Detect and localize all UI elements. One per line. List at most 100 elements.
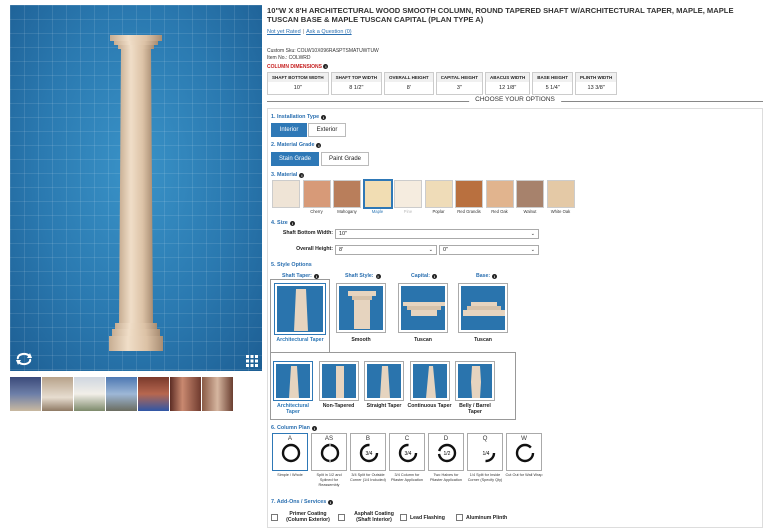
plan-letter: C	[404, 435, 410, 442]
choose-options-divider: CHOOSE YOUR OPTIONS	[267, 96, 763, 106]
taper-option-card[interactable]	[364, 361, 404, 401]
taper-option-card[interactable]	[273, 361, 313, 401]
plan-option-w[interactable]: W	[506, 433, 542, 471]
info-icon[interactable]: i	[311, 425, 317, 431]
info-icon[interactable]: i	[289, 220, 295, 226]
info-icon[interactable]: i	[432, 273, 438, 279]
material-swatch[interactable]	[546, 180, 575, 208]
capital-head: Capital: i	[411, 273, 438, 279]
plan-option-d[interactable]: D 1/2	[428, 433, 464, 471]
plan-description: Two Halves for Pilaster Application	[429, 473, 463, 482]
installation-title: 1. Installation Type i	[271, 114, 327, 120]
column-plan-title: 6. Column Plan i	[271, 425, 317, 431]
material-swatch[interactable]	[485, 180, 514, 208]
info-icon[interactable]: i	[299, 172, 305, 178]
material-swatch[interactable]	[302, 180, 331, 208]
base-card[interactable]	[458, 283, 508, 333]
gallery-thumbnail[interactable]	[106, 377, 138, 411]
svg-text:3/4: 3/4	[405, 451, 412, 457]
paint-grade-button[interactable]: Paint Grade	[321, 152, 369, 166]
info-icon[interactable]: i	[313, 273, 319, 279]
taper-option-card[interactable]	[455, 361, 495, 401]
taper-option-card[interactable]	[318, 361, 359, 401]
info-icon[interactable]: i	[321, 114, 327, 120]
dimension-column: SHAFT BOTTOM WIDTH 10"	[267, 72, 329, 95]
exterior-button[interactable]: Exterior	[308, 123, 346, 137]
checkbox[interactable]	[338, 513, 345, 521]
plan-option-b[interactable]: B 3/4	[350, 433, 386, 471]
checkbox[interactable]	[456, 514, 463, 521]
material-swatch[interactable]	[394, 180, 422, 208]
plan-option-a[interactable]: A	[272, 433, 308, 471]
gallery-thumbnail[interactable]	[10, 377, 42, 411]
gallery-thumbnails	[10, 377, 234, 411]
height-feet-select[interactable]: 8' ⌄	[335, 245, 437, 255]
material-swatch-label: Pine	[403, 209, 413, 214]
grid-view-icon[interactable]	[246, 355, 258, 367]
gallery-thumbnail[interactable]	[202, 377, 234, 411]
chevron-down-icon: ⌄	[530, 247, 535, 253]
shaft-style-caption: Smooth	[351, 337, 371, 343]
taper-option-caption: Belly / Barrel Taper	[459, 403, 491, 416]
material-title: 3. Material i	[271, 172, 305, 178]
taper-option-caption: Architectural Taper	[277, 403, 309, 416]
addon-lead-flashing[interactable]: Lead Flashing	[400, 514, 445, 521]
addon-asphalt[interactable]: Asphalt Coating (Shaft Interior)	[338, 511, 400, 524]
capital-card[interactable]	[398, 283, 448, 333]
column-render	[109, 35, 163, 351]
taper-option-card[interactable]	[409, 361, 450, 401]
gallery-thumbnail[interactable]	[138, 377, 170, 411]
dimension-column: OVERALL HEIGHT 8'	[384, 72, 434, 95]
base-caption: Tuscan	[474, 337, 492, 343]
plan-option-as[interactable]: AS	[311, 433, 347, 471]
plan-option-c[interactable]: C 3/4	[389, 433, 425, 471]
material-swatch[interactable]	[516, 180, 544, 208]
ask-question-link[interactable]: Ask a Question (0)	[306, 29, 352, 35]
plan-description: Cut Out for Wall Wrap	[505, 473, 543, 477]
interior-button[interactable]: Interior	[271, 123, 307, 137]
shaft-width-select[interactable]: 10" ⌄	[335, 229, 539, 239]
gallery-thumbnail[interactable]	[170, 377, 202, 411]
info-icon[interactable]: i	[328, 499, 334, 505]
material-swatch[interactable]	[424, 180, 453, 208]
overall-height-label: Overall Height:	[296, 246, 333, 252]
material-swatch-label: Red Oak	[491, 209, 508, 214]
plan-diagram-icon: 3/4	[398, 443, 418, 463]
material-swatch[interactable]	[333, 180, 361, 208]
gallery-thumbnail[interactable]	[74, 377, 106, 411]
material-swatch[interactable]	[272, 180, 300, 208]
plan-letter: B	[365, 435, 371, 442]
shaft-style-card[interactable]	[336, 283, 386, 333]
info-icon[interactable]: i	[323, 64, 329, 69]
dimension-column: SHAFT TOP WIDTH 8 1/2"	[330, 72, 383, 95]
material-grade-title: 2. Material Grade i	[271, 142, 322, 148]
rating-link[interactable]: Not yet Rated	[267, 29, 301, 35]
rotate-360-icon[interactable]	[14, 351, 34, 367]
base-head: Base: i	[476, 273, 498, 279]
checkbox[interactable]	[271, 513, 278, 521]
checkbox[interactable]	[400, 514, 407, 521]
addon-primer[interactable]: Primer Coating (Column Exterior)	[271, 511, 335, 524]
info-icon[interactable]: i	[375, 273, 381, 279]
product-viewer[interactable]	[10, 5, 262, 371]
material-swatch[interactable]	[455, 180, 483, 208]
review-links: Not yet Rated | Ask a Question (0)	[267, 29, 352, 35]
dimension-column: ABACUS WIDTH 12 1/8"	[485, 72, 531, 95]
addon-aluminum-plinth[interactable]: Aluminum Plinth	[456, 514, 507, 521]
svg-text:3/4: 3/4	[366, 451, 373, 457]
info-icon[interactable]: i	[492, 273, 498, 279]
info-icon[interactable]: i	[316, 142, 322, 148]
plan-letter: W	[521, 435, 527, 442]
svg-text:1/4: 1/4	[483, 451, 490, 457]
stain-grade-button[interactable]: Stain Grade	[271, 152, 319, 166]
plan-diagram-icon: 1/2	[437, 443, 457, 463]
plan-option-q[interactable]: Q 1/4	[467, 433, 503, 471]
height-inches-select[interactable]: 0" ⌄	[439, 245, 539, 255]
dimension-column: CAPITAL HEIGHT 3"	[435, 72, 484, 95]
size-title: 4. Size i	[271, 220, 295, 226]
gallery-thumbnail[interactable]	[42, 377, 74, 411]
material-swatch[interactable]	[362, 179, 393, 209]
shaft-taper-card[interactable]	[274, 283, 326, 335]
custom-sku: Custom Sku: COLW10X096RASPTSMATUWTUW	[267, 48, 379, 54]
style-options-title: 5. Style Options	[271, 262, 312, 268]
